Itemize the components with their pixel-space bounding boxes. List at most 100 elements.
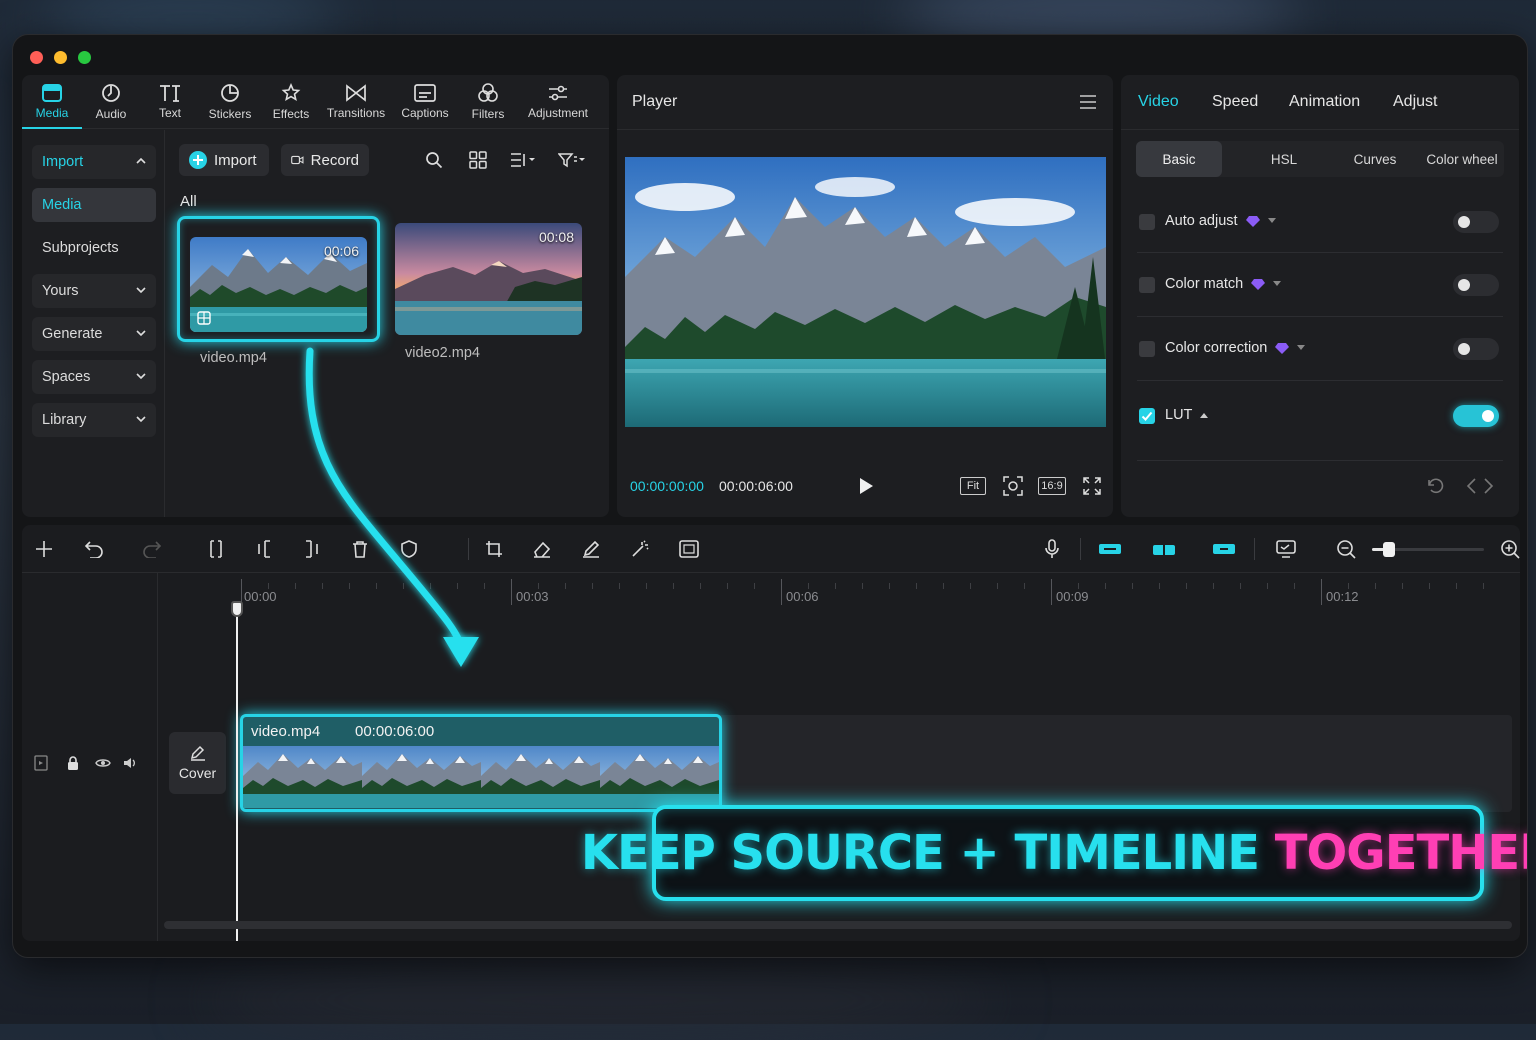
color-match-checkbox[interactable] — [1139, 277, 1155, 293]
color-correction-toggle[interactable] — [1453, 338, 1499, 360]
ruler-tick-label: 00:12 — [1326, 589, 1359, 604]
fullscreen-icon — [1083, 477, 1101, 495]
aspect-ratio-button[interactable]: 16:9 — [1038, 477, 1066, 495]
record-button[interactable]: Record — [281, 144, 369, 176]
tab-video[interactable]: Video — [1138, 93, 1179, 111]
fit-button[interactable]: Fit — [960, 477, 986, 495]
tab-adjust[interactable]: Adjust — [1393, 93, 1437, 111]
ruler-tick — [295, 583, 296, 589]
crop-button[interactable] — [482, 525, 506, 573]
ruler-tick — [457, 583, 458, 589]
tab-filters[interactable]: Filters — [460, 75, 516, 129]
eye-audio-icon[interactable] — [94, 755, 112, 771]
player-menu-button[interactable] — [1078, 93, 1098, 111]
tab-text[interactable]: Text — [140, 75, 200, 129]
track-visibility-icon[interactable] — [34, 755, 48, 771]
delete-button[interactable] — [348, 525, 372, 573]
tab-transitions[interactable]: Transitions — [322, 75, 390, 129]
time-ruler[interactable]: 00:00 00:03 00:06 00:09 00:12 — [159, 573, 1520, 613]
row-label: Auto adjust — [1165, 213, 1238, 229]
lut-toggle[interactable] — [1453, 405, 1499, 427]
subtab-basic[interactable]: Basic — [1136, 141, 1222, 177]
close-window-button[interactable] — [30, 51, 43, 64]
sidebar-item-generate[interactable]: Generate — [32, 317, 156, 351]
sidebar-item-library[interactable]: Library — [32, 403, 156, 437]
zoom-in-button[interactable] — [1498, 525, 1520, 573]
ruler-tick — [511, 579, 512, 605]
speaker-icon[interactable] — [122, 755, 138, 771]
link-button[interactable] — [1210, 525, 1238, 573]
reset-button[interactable] — [1424, 475, 1446, 497]
tab-adjustment[interactable]: Adjustment — [516, 75, 600, 129]
sidebar-item-subprojects[interactable]: Subprojects — [32, 231, 156, 265]
filter-button[interactable] — [556, 149, 588, 171]
player-viewport[interactable] — [625, 157, 1106, 427]
search-button[interactable] — [423, 149, 445, 171]
mask-button[interactable] — [397, 525, 421, 573]
zoom-window-button[interactable] — [78, 51, 91, 64]
media-thumbnail-video2[interactable]: 00:08 — [395, 223, 582, 335]
zoom-slider-knob[interactable] — [1382, 542, 1395, 557]
subtab-curves[interactable]: Curves — [1332, 141, 1418, 177]
redo-button[interactable] — [140, 525, 164, 573]
select-tool-button[interactable] — [32, 525, 56, 573]
minimize-window-button[interactable] — [54, 51, 67, 64]
main-track-magnet-button[interactable] — [1096, 525, 1124, 573]
sidebar-item-import[interactable]: Import — [32, 145, 156, 179]
keyframe-nav-button[interactable] — [1465, 475, 1495, 497]
ruler-tick — [268, 583, 269, 589]
lock-icon[interactable] — [66, 755, 80, 771]
timeline-scrollbar[interactable] — [164, 921, 1512, 929]
tab-captions[interactable]: Captions — [390, 75, 460, 129]
tab-stickers[interactable]: Stickers — [200, 75, 260, 129]
grid-view-button[interactable] — [467, 149, 489, 171]
auto-snap-button[interactable] — [1150, 525, 1178, 573]
sidebar-item-spaces[interactable]: Spaces — [32, 360, 156, 394]
preview-axis-button[interactable] — [1274, 525, 1298, 573]
sidebar-item-media[interactable]: Media — [32, 188, 156, 222]
zoom-slider[interactable] — [1372, 542, 1484, 557]
filters-icon — [478, 83, 498, 102]
chevron-down-icon — [136, 373, 146, 380]
split-button[interactable] — [204, 525, 228, 573]
tab-audio[interactable]: Audio — [82, 75, 140, 129]
tab-effects[interactable]: Effects — [260, 75, 322, 129]
zoom-out-button[interactable] — [1334, 525, 1358, 573]
tab-media[interactable]: Media — [22, 75, 82, 129]
trim-right-button[interactable] — [300, 525, 324, 573]
erase-button[interactable] — [530, 525, 554, 573]
play-button[interactable] — [855, 475, 877, 497]
auto-adjust-checkbox[interactable] — [1139, 214, 1155, 230]
draw-button[interactable] — [579, 525, 603, 573]
sort-button[interactable] — [508, 149, 540, 171]
magnet-track-icon — [1099, 544, 1121, 554]
trim-left-button[interactable] — [252, 525, 276, 573]
record-voice-button[interactable] — [1040, 525, 1064, 573]
tab-speed[interactable]: Speed — [1212, 93, 1258, 111]
freeze-frame-button[interactable] — [677, 525, 701, 573]
fullscreen-button[interactable] — [1081, 475, 1103, 497]
playhead[interactable] — [231, 601, 243, 941]
subtab-hsl[interactable]: HSL — [1244, 141, 1324, 177]
auto-adjust-toggle[interactable] — [1453, 211, 1499, 233]
subtab-color-wheel[interactable]: Color wheel — [1420, 141, 1504, 177]
media-thumbnail-video[interactable]: 00:06 — [190, 237, 367, 332]
timeline-clip[interactable]: video.mp4 00:00:06:00 — [240, 714, 722, 812]
cover-button[interactable]: Cover — [169, 732, 226, 794]
tab-animation[interactable]: Animation — [1289, 93, 1360, 111]
import-button[interactable]: Import — [179, 144, 269, 176]
color-correction-checkbox[interactable] — [1139, 341, 1155, 357]
trim-left-icon — [258, 540, 270, 558]
undo-button[interactable] — [82, 525, 106, 573]
magic-button[interactable] — [628, 525, 652, 573]
playhead-handle[interactable] — [231, 601, 243, 617]
color-match-toggle[interactable] — [1453, 274, 1499, 296]
sidebar-item-yours[interactable]: Yours — [32, 274, 156, 308]
ruler-tick — [1321, 579, 1322, 605]
tab-label: Stickers — [208, 107, 252, 121]
film-icon — [197, 311, 211, 325]
lut-checkbox[interactable] — [1139, 408, 1155, 424]
focus-icon — [1003, 476, 1023, 496]
ruler-tick — [592, 583, 593, 589]
zoom-preview-button[interactable] — [1002, 475, 1024, 497]
